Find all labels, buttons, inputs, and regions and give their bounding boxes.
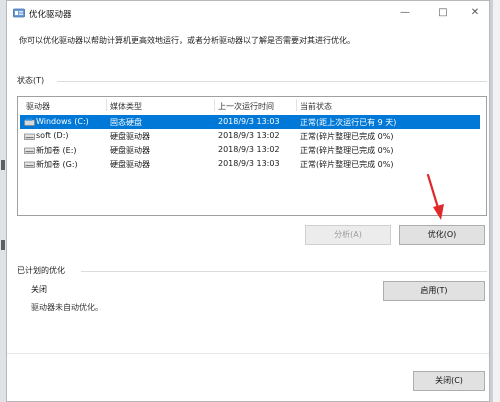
window-title: 优化驱动器: [29, 10, 72, 20]
last-run-time: 2018/9/3 13:03: [218, 159, 280, 168]
media-type: 硬盘驱动器: [110, 160, 150, 169]
current-status: 正常(碎片整理已完成 0%): [300, 146, 394, 155]
window-description: 你可以优化驱动器以帮助计算机更高效地运行，或者分析驱动器以了解是否需要对其进行优…: [19, 36, 355, 45]
hard-drive-icon: [24, 147, 35, 154]
hard-drive-icon: [24, 161, 35, 168]
drive-list[interactable]: 驱动器 媒体类型 上一次运行时间 当前状态 Windows (C:) 固态硬盘 …: [17, 96, 487, 216]
drive-row-d[interactable]: soft (D:) 硬盘驱动器 2018/9/3 13:02 正常(碎片整理已完…: [20, 129, 480, 143]
drive-name: 新加卷 (E:): [36, 146, 77, 155]
media-type: 硬盘驱动器: [110, 146, 150, 155]
background-desktop-right: [492, 0, 500, 402]
defrag-app-icon: [13, 8, 25, 18]
last-run-time: 2018/9/3 13:02: [218, 131, 280, 140]
drive-name: soft (D:): [36, 131, 69, 140]
analyze-button[interactable]: 分析(A): [305, 225, 391, 245]
scheduled-section-label: 已计划的优化: [17, 266, 65, 275]
windows-drive-icon: [24, 118, 35, 126]
current-status: 正常(距上次运行已有 9 天): [300, 118, 397, 127]
media-type: 硬盘驱动器: [110, 132, 150, 141]
media-type: 固态硬盘: [110, 118, 142, 127]
red-annotation-arrow-icon: [426, 173, 444, 220]
scheduled-divider: [81, 271, 487, 272]
scheduled-description: 驱动器未自动优化。: [31, 303, 103, 312]
minimize-button[interactable]: —: [387, 3, 423, 23]
enable-button[interactable]: 启用(T): [383, 281, 485, 301]
column-separator: [214, 99, 215, 111]
drive-row-g[interactable]: 新加卷 (G:) 硬盘驱动器 2018/9/3 13:03 正常(碎片整理已完成…: [20, 157, 480, 171]
optimize-drives-window: 优化驱动器 — □ ✕ 你可以优化驱动器以帮助计算机更高效地运行，或者分析驱动器…: [6, 0, 490, 402]
footer-divider: [7, 353, 489, 354]
close-button[interactable]: 关闭(C): [413, 371, 485, 391]
optimize-button[interactable]: 优化(O): [399, 225, 485, 245]
last-run-time: 2018/9/3 13:02: [218, 145, 280, 154]
last-run-time: 2018/9/3 13:03: [218, 117, 280, 126]
scheduled-state: 关闭: [31, 285, 47, 294]
maximize-button[interactable]: □: [425, 3, 461, 23]
column-header-last-run[interactable]: 上一次运行时间: [218, 101, 274, 112]
current-status: 正常(碎片整理已完成 0%): [300, 160, 394, 169]
column-separator: [106, 99, 107, 111]
column-header-drive[interactable]: 驱动器: [26, 101, 50, 112]
hard-drive-icon: [24, 133, 35, 140]
column-header-media-type[interactable]: 媒体类型: [110, 101, 142, 112]
status-section-label: 状态(T): [17, 76, 45, 85]
drive-name: 新加卷 (G:): [36, 160, 78, 169]
drive-row-c[interactable]: Windows (C:) 固态硬盘 2018/9/3 13:03 正常(距上次运…: [20, 115, 480, 129]
status-divider: [57, 81, 487, 82]
close-window-button[interactable]: ✕: [457, 3, 493, 23]
column-separator: [296, 99, 297, 111]
background-mark: [1, 160, 5, 170]
drive-name: Windows (C:): [36, 117, 89, 126]
current-status: 正常(碎片整理已完成 0%): [300, 132, 394, 141]
drive-row-e[interactable]: 新加卷 (E:) 硬盘驱动器 2018/9/3 13:02 正常(碎片整理已完成…: [20, 143, 480, 157]
column-header-current-status[interactable]: 当前状态: [300, 101, 332, 112]
background-mark: [1, 240, 5, 250]
title-bar[interactable]: 优化驱动器 — □ ✕: [7, 1, 489, 25]
